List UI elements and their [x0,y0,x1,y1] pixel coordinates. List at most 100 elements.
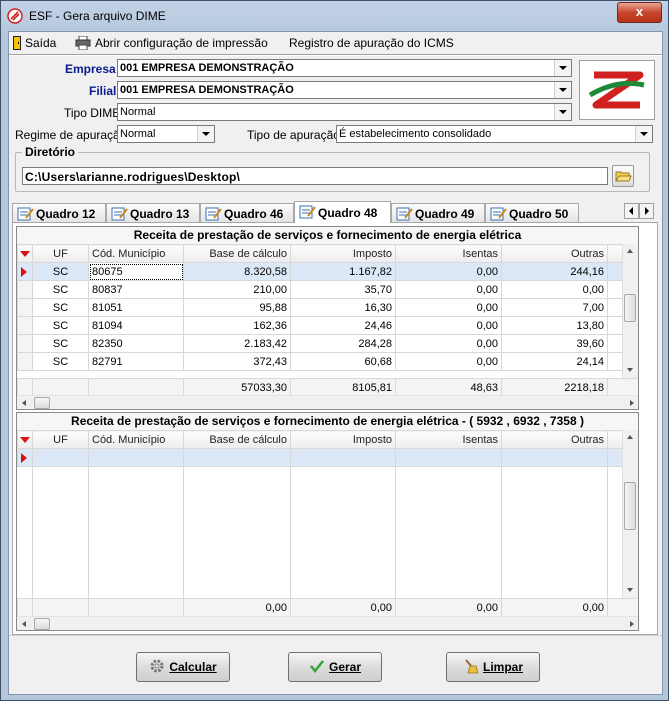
cell-outras[interactable]: 0,00 [501,280,608,299]
column-header[interactable]: Outras [501,244,608,263]
tab-scroll-left-button[interactable] [624,203,639,219]
menu-saida[interactable]: Saída [13,36,56,50]
limpar-button[interactable]: Limpar [446,652,540,682]
browse-folder-button[interactable] [612,165,634,187]
row-indicator[interactable] [17,280,33,299]
row-indicator[interactable] [17,262,33,281]
cell-cod-municipio[interactable]: 82791 [88,352,184,371]
cell-isentas[interactable]: 0,00 [395,262,502,281]
cell-outras[interactable]: 7,00 [501,298,608,317]
cell-base-calculo[interactable]: 210,00 [183,280,291,299]
cell-uf[interactable]: SC [32,262,89,281]
chevron-down-icon[interactable] [554,60,571,76]
diretorio-input[interactable]: C:\Users\arianne.rodrigues\Desktop\ [22,167,608,185]
table-row[interactable]: SC 80837 210,00 35,70 0,00 0,00 [17,280,638,299]
cell-uf[interactable]: SC [32,280,89,299]
cell-uf[interactable]: SC [32,334,89,353]
scroll-up-button[interactable] [623,430,638,445]
calcular-button[interactable]: Calcular [136,652,230,682]
close-button[interactable]: x [617,2,662,23]
row-indicator-header[interactable] [17,430,33,449]
table-row[interactable]: SC 81094 162,36 24,46 0,00 13,80 [17,316,638,335]
chevron-down-icon[interactable] [554,82,571,98]
scroll-right-button[interactable] [624,396,638,409]
tipo-dime-select[interactable]: Normal [117,103,572,121]
cell-imposto[interactable]: 60,68 [290,352,396,371]
cell-base-calculo[interactable]: 8.320,58 [183,262,291,281]
tipo-apuracao-select[interactable]: É estabelecimento consolidado [336,125,653,143]
menu-registro-apuracao[interactable]: Registro de apuração do ICMS [289,36,454,50]
column-header[interactable]: Base de cálculo [183,430,291,449]
scroll-left-button[interactable] [17,396,32,409]
cell-isentas[interactable] [395,448,502,467]
table-row[interactable]: SC 80675 8.320,58 1.167,82 0,00 244,16 [17,262,638,281]
table-row-empty[interactable] [17,448,638,467]
regime-apuracao-select[interactable]: Normal [117,125,215,143]
cell-imposto[interactable]: 284,28 [290,334,396,353]
cell-cod-municipio[interactable]: 81051 [88,298,184,317]
cell-isentas[interactable]: 0,00 [395,298,502,317]
receita-cfop-vertical-scrollbar[interactable] [622,430,638,598]
cell-cod-municipio[interactable]: 80675 [88,262,184,281]
cell-outras[interactable] [501,448,608,467]
cell-outras[interactable]: 244,16 [501,262,608,281]
cell-outras[interactable]: 39,60 [501,334,608,353]
cell-cod-municipio[interactable]: 81094 [88,316,184,335]
row-indicator[interactable] [17,352,33,371]
scroll-down-button[interactable] [623,583,638,598]
column-header[interactable]: Isentas [395,430,502,449]
cell-base-calculo[interactable]: 162,36 [183,316,291,335]
table-row[interactable]: SC 81051 95,88 16,30 0,00 7,00 [17,298,638,317]
cell-outras[interactable]: 24,14 [501,352,608,371]
cell-uf[interactable] [32,448,89,467]
scroll-thumb[interactable] [34,618,50,630]
tab-scroll-right-button[interactable] [639,203,654,219]
row-indicator[interactable] [17,316,33,335]
row-indicator-header[interactable] [17,244,33,263]
column-header[interactable]: Outras [501,430,608,449]
cell-cod-municipio[interactable]: 82350 [88,334,184,353]
cell-uf[interactable]: SC [32,352,89,371]
tab-quadro-48[interactable]: Quadro 48 [294,201,391,223]
cell-base-calculo[interactable]: 372,43 [183,352,291,371]
scroll-thumb[interactable] [34,397,50,409]
scroll-thumb[interactable] [624,482,636,530]
row-indicator[interactable] [17,334,33,353]
empresa-select[interactable]: 001 EMPRESA DEMONSTRAÇÃO [117,59,572,77]
scroll-up-button[interactable] [623,244,638,259]
cell-imposto[interactable] [290,448,396,467]
receita-cfop-horizontal-scrollbar[interactable] [17,616,638,630]
cell-base-calculo[interactable]: 2.183,42 [183,334,291,353]
row-indicator[interactable] [17,448,33,467]
cell-uf[interactable]: SC [32,316,89,335]
receita-vertical-scrollbar[interactable] [622,244,638,378]
cell-isentas[interactable]: 0,00 [395,280,502,299]
table-row[interactable]: SC 82350 2.183,42 284,28 0,00 39,60 [17,334,638,353]
column-header[interactable]: UF [32,244,89,263]
cell-cod-municipio[interactable]: 80837 [88,280,184,299]
cell-base-calculo[interactable]: 95,88 [183,298,291,317]
chevron-down-icon[interactable] [197,126,214,142]
receita-horizontal-scrollbar[interactable] [17,395,638,409]
tab-quadro-50[interactable]: Quadro 50 [485,203,579,222]
cell-base-calculo[interactable] [183,448,291,467]
row-indicator[interactable] [17,298,33,317]
cell-uf[interactable]: SC [32,298,89,317]
scroll-right-button[interactable] [624,617,638,630]
tab-quadro-49[interactable]: Quadro 49 [391,203,485,222]
cell-isentas[interactable]: 0,00 [395,316,502,335]
chevron-down-icon[interactable] [554,104,571,120]
scroll-thumb[interactable] [624,294,636,322]
tab-quadro-46[interactable]: Quadro 46 [200,203,294,222]
scroll-left-button[interactable] [17,617,32,630]
tab-quadro-12[interactable]: Quadro 12 [12,203,106,222]
cell-outras[interactable]: 13,80 [501,316,608,335]
column-header[interactable]: Cód. Município [88,430,184,449]
tab-quadro-13[interactable]: Quadro 13 [106,203,200,222]
scroll-down-button[interactable] [623,363,638,378]
chevron-down-icon[interactable] [635,126,652,142]
column-header[interactable]: UF [32,430,89,449]
cell-imposto[interactable]: 1.167,82 [290,262,396,281]
cell-imposto[interactable]: 24,46 [290,316,396,335]
cell-isentas[interactable]: 0,00 [395,334,502,353]
